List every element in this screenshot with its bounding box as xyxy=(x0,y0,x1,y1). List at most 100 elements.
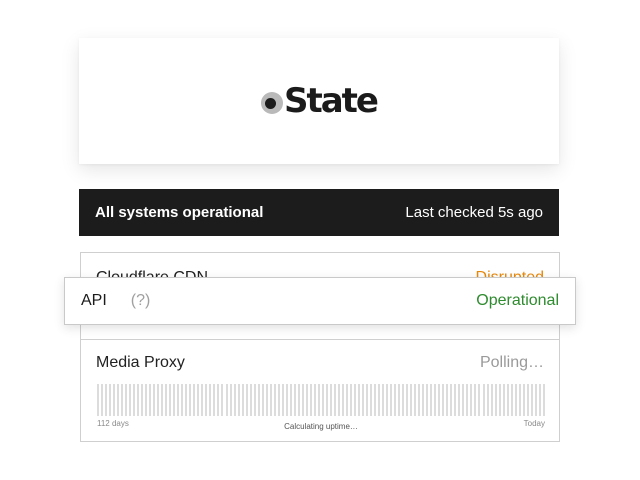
uptime-day-bar[interactable] xyxy=(293,384,296,416)
uptime-day-bar[interactable] xyxy=(121,384,124,416)
uptime-day-bar[interactable] xyxy=(201,384,204,416)
uptime-day-bar[interactable] xyxy=(442,384,445,416)
uptime-day-bar[interactable] xyxy=(518,384,521,416)
uptime-day-bar[interactable] xyxy=(478,384,481,416)
uptime-day-bar[interactable] xyxy=(366,384,369,416)
uptime-day-bar[interactable] xyxy=(261,384,264,416)
uptime-day-bar[interactable] xyxy=(105,384,108,416)
uptime-day-bar[interactable] xyxy=(129,384,132,416)
uptime-day-bar[interactable] xyxy=(402,384,405,416)
uptime-day-bar[interactable] xyxy=(141,384,144,416)
uptime-day-bar[interactable] xyxy=(422,384,425,416)
uptime-day-bar[interactable] xyxy=(137,384,140,416)
uptime-day-bar[interactable] xyxy=(482,384,485,416)
uptime-day-bar[interactable] xyxy=(269,384,272,416)
uptime-day-bar[interactable] xyxy=(145,384,148,416)
uptime-day-bar[interactable] xyxy=(317,384,320,416)
uptime-day-bar[interactable] xyxy=(486,384,489,416)
uptime-day-bar[interactable] xyxy=(153,384,156,416)
uptime-day-bar[interactable] xyxy=(354,384,356,416)
uptime-day-bar[interactable] xyxy=(313,384,316,416)
uptime-day-bar[interactable] xyxy=(426,384,429,416)
uptime-day-bar[interactable] xyxy=(341,384,344,416)
uptime-day-bar[interactable] xyxy=(265,384,268,416)
uptime-day-bar[interactable] xyxy=(410,384,413,416)
uptime-day-bar[interactable] xyxy=(386,384,389,416)
uptime-day-bar[interactable] xyxy=(378,384,381,416)
uptime-day-bar[interactable] xyxy=(113,384,116,416)
uptime-day-bar[interactable] xyxy=(490,384,493,416)
help-icon[interactable]: (?) xyxy=(131,292,151,310)
uptime-day-bar[interactable] xyxy=(418,384,421,416)
uptime-day-bar[interactable] xyxy=(498,384,501,416)
uptime-day-bar[interactable] xyxy=(329,384,332,416)
uptime-day-bar[interactable] xyxy=(526,384,529,416)
uptime-day-bar[interactable] xyxy=(125,384,128,416)
uptime-day-bar[interactable] xyxy=(301,384,304,416)
uptime-day-bar[interactable] xyxy=(101,384,104,416)
uptime-day-bar[interactable] xyxy=(406,384,409,416)
uptime-day-bar[interactable] xyxy=(462,384,465,416)
uptime-day-bar[interactable] xyxy=(225,384,228,416)
uptime-day-bar[interactable] xyxy=(514,384,517,416)
uptime-day-bar[interactable] xyxy=(309,384,312,416)
uptime-day-bar[interactable] xyxy=(466,384,469,416)
uptime-day-bar[interactable] xyxy=(382,384,385,416)
uptime-day-bar[interactable] xyxy=(165,384,168,416)
uptime-day-bar[interactable] xyxy=(474,384,477,416)
uptime-day-bar[interactable] xyxy=(181,384,184,416)
uptime-day-bar[interactable] xyxy=(542,384,545,416)
uptime-day-bar[interactable] xyxy=(414,384,417,416)
uptime-day-bar[interactable] xyxy=(237,384,240,416)
uptime-day-bar[interactable] xyxy=(534,384,537,416)
uptime-day-bar[interactable] xyxy=(189,384,192,416)
uptime-day-bar[interactable] xyxy=(185,384,188,416)
uptime-day-bar[interactable] xyxy=(197,384,200,416)
uptime-day-bar[interactable] xyxy=(494,384,497,416)
uptime-day-bar[interactable] xyxy=(297,384,300,416)
uptime-day-bar[interactable] xyxy=(333,384,336,416)
uptime-day-bar[interactable] xyxy=(502,384,505,416)
uptime-day-bar[interactable] xyxy=(277,384,280,416)
uptime-day-bar[interactable] xyxy=(149,384,152,416)
uptime-day-bar[interactable] xyxy=(253,384,256,416)
uptime-day-bar[interactable] xyxy=(345,384,348,416)
uptime-day-bar[interactable] xyxy=(233,384,236,416)
uptime-day-bar[interactable] xyxy=(438,384,441,416)
uptime-day-bar[interactable] xyxy=(217,384,220,416)
uptime-day-bar[interactable] xyxy=(530,384,533,416)
uptime-day-bar[interactable] xyxy=(169,384,172,416)
uptime-day-bar[interactable] xyxy=(273,384,276,416)
uptime-day-bar[interactable] xyxy=(205,384,208,416)
uptime-day-bar[interactable] xyxy=(510,384,513,416)
uptime-day-bar[interactable] xyxy=(454,384,457,416)
uptime-day-bar[interactable] xyxy=(209,384,212,416)
uptime-day-bar[interactable] xyxy=(245,384,248,416)
uptime-day-bar[interactable] xyxy=(374,384,377,416)
uptime-day-bar[interactable] xyxy=(305,384,308,416)
uptime-day-bar[interactable] xyxy=(221,384,224,416)
uptime-day-bar[interactable] xyxy=(193,384,196,416)
uptime-day-bar[interactable] xyxy=(434,384,437,416)
uptime-day-bar[interactable] xyxy=(117,384,120,416)
uptime-day-bar[interactable] xyxy=(430,384,433,416)
component-row-api-dragging[interactable]: API (?) Operational xyxy=(64,277,576,325)
uptime-day-bar[interactable] xyxy=(506,384,509,416)
uptime-day-bar[interactable] xyxy=(97,384,99,416)
uptime-day-bar[interactable] xyxy=(213,384,216,416)
uptime-day-bar[interactable] xyxy=(133,384,136,416)
uptime-day-bar[interactable] xyxy=(161,384,164,416)
uptime-day-bar[interactable] xyxy=(358,384,361,416)
uptime-day-bar[interactable] xyxy=(337,384,340,416)
uptime-day-bar[interactable] xyxy=(173,384,176,416)
uptime-day-bar[interactable] xyxy=(394,384,397,416)
uptime-day-bar[interactable] xyxy=(458,384,461,416)
uptime-day-bar[interactable] xyxy=(522,384,525,416)
component-row-media-proxy[interactable]: Media Proxy Polling… xyxy=(81,351,559,375)
uptime-day-bar[interactable] xyxy=(349,384,352,416)
uptime-day-bar[interactable] xyxy=(249,384,252,416)
uptime-day-bar[interactable] xyxy=(289,384,292,416)
brand-logo[interactable]: State xyxy=(261,81,379,121)
uptime-day-bar[interactable] xyxy=(390,384,393,416)
uptime-day-bar[interactable] xyxy=(285,384,288,416)
